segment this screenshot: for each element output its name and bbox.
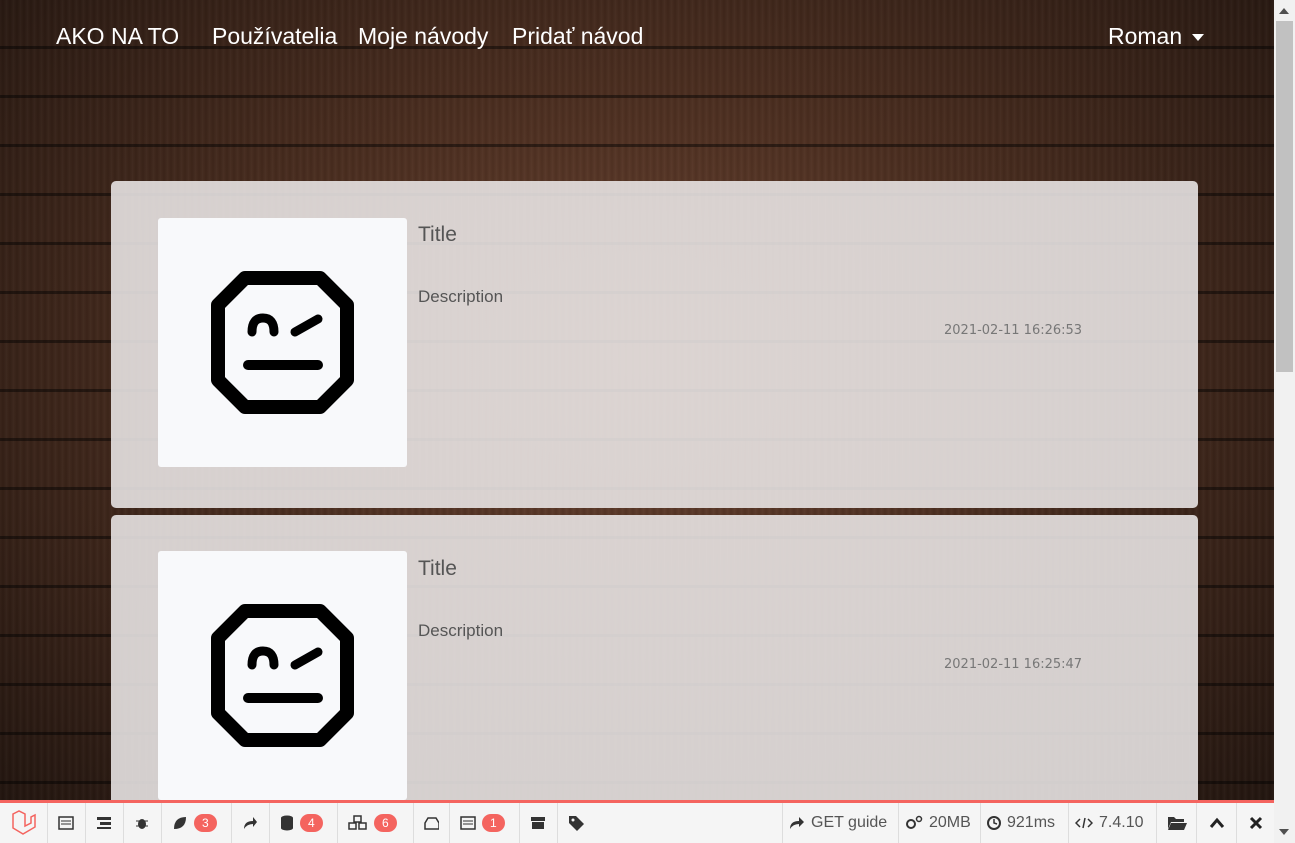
views-badge: 3	[194, 814, 217, 832]
guide-description: Description	[418, 621, 504, 640]
open-folder-button[interactable]	[1156, 803, 1196, 843]
vertical-scrollbar[interactable]	[1274, 0, 1295, 843]
guide-title[interactable]: Title	[418, 557, 457, 581]
time-value: 921ms	[1007, 814, 1056, 831]
cogs-icon	[906, 815, 923, 829]
route-tab-icon[interactable]	[232, 803, 270, 843]
time-info: 921ms	[980, 803, 1068, 843]
close-icon	[1249, 816, 1262, 830]
log-tab[interactable]: 1	[450, 803, 520, 843]
scroll-up-icon[interactable]	[1279, 8, 1289, 14]
tags-tab-icon[interactable]	[558, 803, 596, 843]
cubes-icon	[348, 815, 367, 830]
guide-card[interactable]: Title Description 2021-02-11 16:25:47	[111, 515, 1198, 842]
maximize-button[interactable]	[1196, 803, 1236, 843]
folder-open-icon	[1167, 817, 1187, 830]
queries-badge: 4	[300, 814, 323, 832]
guide-card[interactable]: Title Description 2021-02-11 16:26:53	[111, 181, 1198, 508]
nav-link-add-guide[interactable]: Pridať návod	[512, 23, 643, 50]
robot-face-icon	[211, 604, 354, 747]
queries-tab[interactable]: 4	[270, 803, 338, 843]
list-icon	[460, 816, 476, 830]
caret-down-icon	[1192, 34, 1205, 42]
views-tab[interactable]: 3	[162, 803, 232, 843]
mail-tab-icon[interactable]	[414, 803, 450, 843]
guide-title[interactable]: Title	[418, 223, 457, 247]
guide-thumbnail	[158, 218, 407, 467]
guide-description: Description	[418, 287, 504, 306]
laravel-logo-icon[interactable]	[0, 803, 48, 843]
models-tab[interactable]: 6	[338, 803, 414, 843]
guide-date: 2021-02-11 16:26:53	[944, 323, 1083, 338]
guide-thumbnail	[158, 551, 407, 800]
models-badge: 6	[374, 814, 397, 832]
code-icon	[1075, 817, 1093, 829]
memory-value: 20MB	[929, 814, 971, 831]
user-name: Roman	[1108, 23, 1183, 49]
request-label: GET guide	[811, 814, 888, 831]
guide-date: 2021-02-11 16:25:47	[944, 657, 1083, 672]
database-icon	[281, 815, 293, 831]
php-version-value: 7.4.10	[1099, 814, 1144, 831]
leaf-icon	[174, 817, 186, 829]
chevron-up-icon	[1209, 817, 1224, 828]
nav-link-my-guides[interactable]: Moje návody	[358, 23, 488, 50]
navbar: AKO NA TO Používatelia Moje návody Prida…	[0, 0, 1274, 76]
request-info[interactable]: GET guide	[782, 803, 898, 843]
robot-face-icon	[211, 271, 354, 414]
brand-link[interactable]: AKO NA TO	[56, 23, 179, 50]
bug-tab-icon[interactable]	[124, 803, 162, 843]
timeline-tab-icon[interactable]	[86, 803, 124, 843]
archive-tab-icon[interactable]	[520, 803, 558, 843]
nav-link-users[interactable]: Používatelia	[212, 23, 337, 50]
debugbar: 3 4 6 1 GET guide 20MB 921ms 7.4.10	[0, 800, 1274, 843]
close-button[interactable]	[1236, 803, 1274, 843]
messages-tab-icon[interactable]	[48, 803, 86, 843]
scroll-down-icon[interactable]	[1279, 829, 1289, 835]
share-icon	[790, 817, 804, 829]
messages-badge: 1	[482, 814, 505, 832]
clock-icon	[987, 816, 1001, 830]
user-dropdown[interactable]: Roman	[1108, 23, 1205, 50]
memory-info: 20MB	[898, 803, 980, 843]
php-version-info: 7.4.10	[1068, 803, 1156, 843]
scrollbar-thumb[interactable]	[1276, 21, 1293, 372]
